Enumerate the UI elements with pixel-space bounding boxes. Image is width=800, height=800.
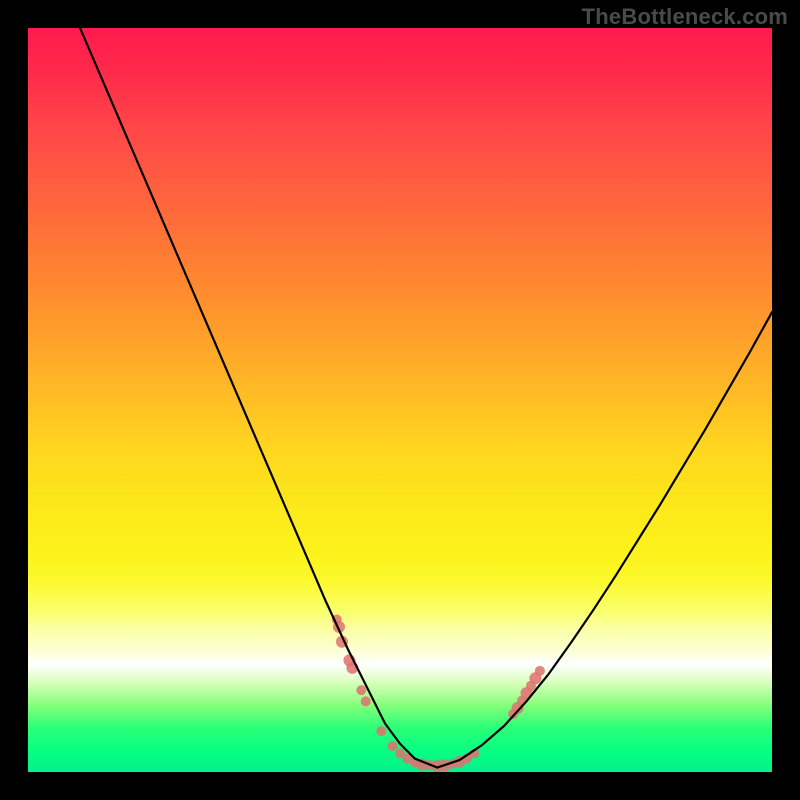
marker-dot <box>535 666 545 676</box>
plot-area <box>28 28 772 772</box>
marker-dot <box>356 685 366 695</box>
left-curve <box>80 28 437 768</box>
marker-group <box>332 614 545 772</box>
marker-dot <box>388 741 398 751</box>
chart-svg <box>28 28 772 772</box>
right-curve <box>437 312 772 767</box>
chart-canvas: TheBottleneck.com <box>0 0 800 800</box>
marker-dot <box>376 726 386 736</box>
watermark-text: TheBottleneck.com <box>582 4 788 30</box>
marker-dot <box>361 696 371 706</box>
